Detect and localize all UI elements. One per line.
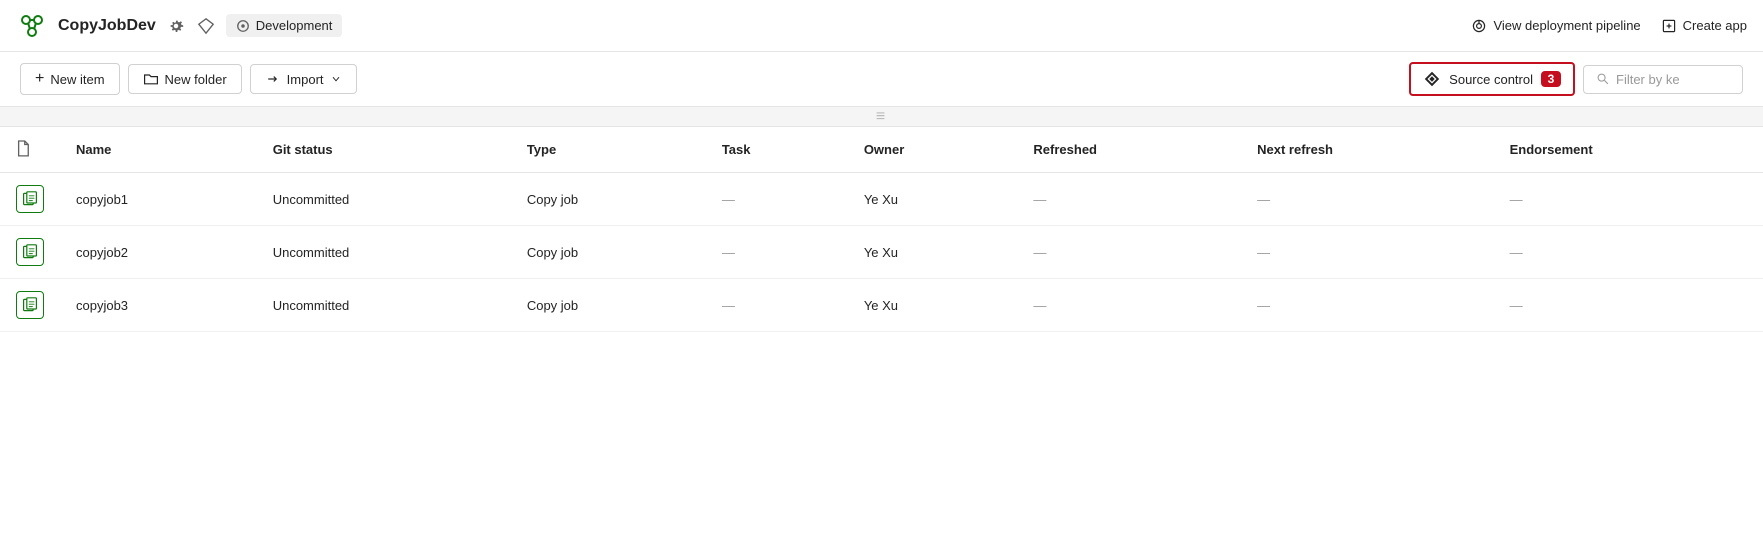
diamond-icon[interactable]: [196, 16, 216, 36]
toolbar-right: Source control 3 Filter by ke: [1409, 62, 1743, 96]
col-name[interactable]: Name: [60, 127, 257, 173]
nav-right: View deployment pipeline Create app: [1471, 18, 1747, 34]
col-endorsement[interactable]: Endorsement: [1494, 127, 1763, 173]
col-task[interactable]: Task: [706, 127, 848, 173]
source-control-badge: 3: [1541, 71, 1561, 87]
row-type: Copy job: [511, 279, 706, 332]
row-endorsement: —: [1494, 173, 1763, 226]
row-name: copyjob1: [60, 173, 257, 226]
row-task: —: [706, 173, 848, 226]
row-owner: Ye Xu: [848, 279, 1018, 332]
import-label: Import: [287, 72, 324, 87]
row-task: —: [706, 226, 848, 279]
view-pipeline-button[interactable]: View deployment pipeline: [1471, 18, 1640, 34]
source-control-button[interactable]: Source control 3: [1409, 62, 1575, 96]
row-git-status: Uncommitted: [257, 279, 511, 332]
row-icon-cell: [0, 226, 60, 279]
create-app-label: Create app: [1683, 18, 1747, 33]
row-git-status: Uncommitted: [257, 173, 511, 226]
import-button[interactable]: Import: [250, 64, 357, 94]
col-type[interactable]: Type: [511, 127, 706, 173]
row-type: Copy job: [511, 226, 706, 279]
source-control-label: Source control: [1449, 72, 1533, 87]
row-endorsement: —: [1494, 279, 1763, 332]
col-icon: [0, 127, 60, 173]
top-nav: CopyJobDev Development View deployment p…: [0, 0, 1763, 52]
filter-placeholder: Filter by ke: [1616, 72, 1680, 87]
row-owner: Ye Xu: [848, 173, 1018, 226]
copy-job-icon: [16, 291, 44, 319]
file-header-icon: [16, 139, 30, 157]
row-next-refresh: —: [1241, 226, 1493, 279]
nav-left: CopyJobDev Development: [16, 10, 342, 42]
row-name: copyjob2: [60, 226, 257, 279]
drag-handle[interactable]: ≡: [0, 107, 1763, 127]
app-title: CopyJobDev: [58, 17, 156, 35]
new-folder-button[interactable]: New folder: [128, 64, 242, 94]
row-next-refresh: —: [1241, 173, 1493, 226]
row-task: —: [706, 279, 848, 332]
drag-lines-icon: ≡: [876, 108, 887, 126]
create-app-button[interactable]: Create app: [1661, 18, 1747, 34]
row-name: copyjob3: [60, 279, 257, 332]
new-item-button[interactable]: + New item: [20, 63, 120, 95]
row-owner: Ye Xu: [848, 226, 1018, 279]
settings-icon[interactable]: [166, 16, 186, 36]
row-type: Copy job: [511, 173, 706, 226]
toolbar-left: + New item New folder Import: [20, 63, 357, 95]
plus-icon: +: [35, 70, 44, 88]
col-git-status[interactable]: Git status: [257, 127, 511, 173]
row-icon-cell: [0, 173, 60, 226]
view-pipeline-label: View deployment pipeline: [1493, 18, 1640, 33]
row-git-status: Uncommitted: [257, 226, 511, 279]
import-icon: [265, 71, 281, 87]
new-item-label: New item: [50, 72, 104, 87]
app-logo-icon: [16, 10, 48, 42]
col-next-refresh[interactable]: Next refresh: [1241, 127, 1493, 173]
table-row[interactable]: copyjob1 Uncommitted Copy job — Ye Xu — …: [0, 173, 1763, 226]
row-refreshed: —: [1017, 173, 1241, 226]
new-folder-label: New folder: [165, 72, 227, 87]
table-container: Name Git status Type Task Owner Refreshe…: [0, 127, 1763, 332]
row-refreshed: —: [1017, 279, 1241, 332]
table-row[interactable]: copyjob2 Uncommitted Copy job — Ye Xu — …: [0, 226, 1763, 279]
table-header-row: Name Git status Type Task Owner Refreshe…: [0, 127, 1763, 173]
filter-input-wrapper[interactable]: Filter by ke: [1583, 65, 1743, 94]
search-icon: [1596, 72, 1610, 86]
env-label: Development: [256, 18, 333, 33]
row-icon-cell: [0, 279, 60, 332]
toolbar: + New item New folder Import Source cont…: [0, 52, 1763, 107]
row-refreshed: —: [1017, 226, 1241, 279]
row-endorsement: —: [1494, 226, 1763, 279]
table-row[interactable]: copyjob3 Uncommitted Copy job — Ye Xu — …: [0, 279, 1763, 332]
col-refreshed[interactable]: Refreshed: [1017, 127, 1241, 173]
chevron-down-icon: [330, 73, 342, 85]
items-table: Name Git status Type Task Owner Refreshe…: [0, 127, 1763, 332]
environment-badge[interactable]: Development: [226, 14, 343, 37]
folder-icon: [143, 71, 159, 87]
copy-job-icon: [16, 185, 44, 213]
col-owner[interactable]: Owner: [848, 127, 1018, 173]
row-next-refresh: —: [1241, 279, 1493, 332]
copy-job-icon: [16, 238, 44, 266]
source-control-icon: [1423, 70, 1441, 88]
